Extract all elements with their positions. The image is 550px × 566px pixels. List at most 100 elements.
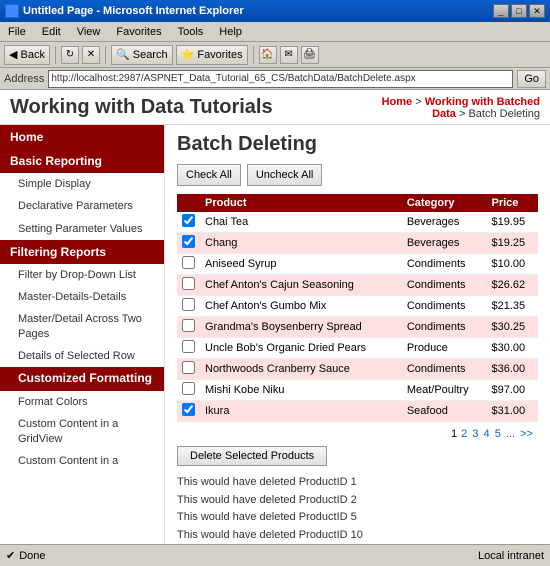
menu-view[interactable]: View xyxy=(74,26,104,38)
address-url: http://localhost:2987/ASPNET_Data_Tutori… xyxy=(51,73,415,84)
sidebar-item-details-selected-row[interactable]: Details of Selected Row xyxy=(0,345,164,367)
table-cell-checkbox xyxy=(177,233,200,254)
close-button[interactable]: ✕ xyxy=(529,4,545,18)
page-4[interactable]: 4 xyxy=(484,428,490,440)
check-all-button[interactable]: Check All xyxy=(177,164,241,186)
table-cell-category: Meat/Poultry xyxy=(402,380,487,401)
page-title-area: Working with Data Tutorials Home > Worki… xyxy=(10,96,540,120)
back-button[interactable]: ◀ Back xyxy=(4,45,50,65)
table-cell-product: Chef Anton's Gumbo Mix xyxy=(200,296,402,317)
mail-icon[interactable]: ✉ xyxy=(280,46,298,64)
table-cell-category: Seafood xyxy=(402,401,487,422)
status-bar: ✔ Done Local intranet xyxy=(0,544,550,566)
sidebar-group-basic-reporting[interactable]: Basic Reporting xyxy=(0,149,164,173)
search-button[interactable]: 🔍 Search xyxy=(111,45,173,65)
sidebar-item-filter-by-dropdown[interactable]: Filter by Drop-Down List xyxy=(0,264,164,286)
breadcrumb-home[interactable]: Home xyxy=(382,96,413,108)
maximize-button[interactable]: □ xyxy=(511,4,527,18)
home-icon[interactable]: 🏠 xyxy=(259,46,277,64)
site-title: Working with Data Tutorials xyxy=(10,96,273,119)
sidebar-item-home[interactable]: Home xyxy=(0,125,164,149)
sidebar-group-filtering-reports[interactable]: Filtering Reports xyxy=(0,240,164,264)
address-bar: Address http://localhost:2987/ASPNET_Dat… xyxy=(0,68,550,90)
row-checkbox-0[interactable] xyxy=(182,214,195,227)
row-checkbox-9[interactable] xyxy=(182,403,195,416)
title-bar-controls: _ □ ✕ xyxy=(493,4,545,18)
page-5[interactable]: 5 xyxy=(495,428,501,440)
table-cell-checkbox xyxy=(177,338,200,359)
row-checkbox-6[interactable] xyxy=(182,340,195,353)
title-bar-left: Untitled Page - Microsoft Internet Explo… xyxy=(5,4,244,18)
table-cell-checkbox xyxy=(177,254,200,275)
menu-edit[interactable]: Edit xyxy=(39,26,64,38)
sidebar: Home Basic Reporting Simple Display Decl… xyxy=(0,125,165,544)
sidebar-item-master-detail-across[interactable]: Master/Detail Across Two Pages xyxy=(0,308,164,345)
table-cell-category: Condiments xyxy=(402,275,487,296)
row-checkbox-7[interactable] xyxy=(182,361,195,374)
favorites-button[interactable]: ⭐ Favorites xyxy=(176,45,248,65)
log-message-3: This would have deleted ProductID 10 xyxy=(177,527,538,544)
table-cell-product: Ikura xyxy=(200,401,402,422)
row-checkbox-8[interactable] xyxy=(182,382,195,395)
menu-help[interactable]: Help xyxy=(216,26,245,38)
menu-file[interactable]: File xyxy=(5,26,29,38)
row-checkbox-4[interactable] xyxy=(182,298,195,311)
table-cell-category: Condiments xyxy=(402,317,487,338)
print-icon[interactable]: 🖨 xyxy=(301,46,319,64)
table-row: Chef Anton's Cajun SeasoningCondiments$2… xyxy=(177,275,538,296)
content-area: Home Basic Reporting Simple Display Decl… xyxy=(0,125,550,544)
sidebar-item-format-colors[interactable]: Format Colors xyxy=(0,391,164,413)
page-next[interactable]: >> xyxy=(520,428,533,440)
row-checkbox-1[interactable] xyxy=(182,235,195,248)
menu-favorites[interactable]: Favorites xyxy=(113,26,164,38)
address-label: Address xyxy=(4,73,44,85)
go-button[interactable]: Go xyxy=(517,70,546,88)
stop-icon[interactable]: ✕ xyxy=(82,46,100,64)
status-left: ✔ Done xyxy=(6,549,46,562)
sidebar-item-simple-display[interactable]: Simple Display xyxy=(0,173,164,195)
col-product: Product xyxy=(200,194,402,212)
minimize-button[interactable]: _ xyxy=(493,4,509,18)
uncheck-all-button[interactable]: Uncheck All xyxy=(247,164,322,186)
sidebar-item-custom-content-2[interactable]: Custom Content in a xyxy=(0,450,164,472)
browser-content: Working with Data Tutorials Home > Worki… xyxy=(0,90,550,544)
refresh-icon[interactable]: ↻ xyxy=(61,46,79,64)
table-cell-price: $21.35 xyxy=(486,296,538,317)
sidebar-item-custom-content-gridview[interactable]: Custom Content in a GridView xyxy=(0,413,164,450)
row-checkbox-5[interactable] xyxy=(182,319,195,332)
table-row: IkuraSeafood$31.00 xyxy=(177,401,538,422)
table-cell-product: Mishi Kobe Niku xyxy=(200,380,402,401)
log-message-2: This would have deleted ProductID 5 xyxy=(177,509,538,527)
row-checkbox-2[interactable] xyxy=(182,256,195,269)
table-cell-price: $30.00 xyxy=(486,338,538,359)
col-checkbox xyxy=(177,194,200,212)
menu-tools[interactable]: Tools xyxy=(175,26,207,38)
table-row: ChangBeverages$19.25 xyxy=(177,233,538,254)
page-3[interactable]: 3 xyxy=(472,428,478,440)
sidebar-item-master-details[interactable]: Master-Details-Details xyxy=(0,286,164,308)
sidebar-item-setting-parameter-values[interactable]: Setting Parameter Values xyxy=(0,218,164,240)
sidebar-group-customized-formatting[interactable]: Customized Formatting xyxy=(0,367,164,391)
toolbar-separator-1 xyxy=(55,46,56,64)
table-cell-product: Northwoods Cranberry Sauce xyxy=(200,359,402,380)
table-cell-checkbox xyxy=(177,401,200,422)
breadcrumb: Home > Working with BatchedData > Batch … xyxy=(382,96,540,120)
table-cell-price: $10.00 xyxy=(486,254,538,275)
table-cell-checkbox xyxy=(177,317,200,338)
table-cell-price: $19.95 xyxy=(486,212,538,233)
address-input[interactable]: http://localhost:2987/ASPNET_Data_Tutori… xyxy=(48,70,513,88)
page-ellipsis[interactable]: ... xyxy=(506,428,515,440)
table-row: Chai TeaBeverages$19.95 xyxy=(177,212,538,233)
page-2[interactable]: 2 xyxy=(461,428,467,440)
table-cell-price: $31.00 xyxy=(486,401,538,422)
toolbar: ◀ Back ↻ ✕ 🔍 Search ⭐ Favorites 🏠 ✉ 🖨 xyxy=(0,42,550,68)
table-row: Mishi Kobe NikuMeat/Poultry$97.00 xyxy=(177,380,538,401)
col-category: Category xyxy=(402,194,487,212)
sidebar-item-declarative-parameters[interactable]: Declarative Parameters xyxy=(0,195,164,217)
table-cell-product: Chai Tea xyxy=(200,212,402,233)
row-checkbox-3[interactable] xyxy=(182,277,195,290)
table-row: Northwoods Cranberry SauceCondiments$36.… xyxy=(177,359,538,380)
delete-selected-button[interactable]: Delete Selected Products xyxy=(177,446,327,466)
table-cell-checkbox xyxy=(177,212,200,233)
table-cell-category: Produce xyxy=(402,338,487,359)
